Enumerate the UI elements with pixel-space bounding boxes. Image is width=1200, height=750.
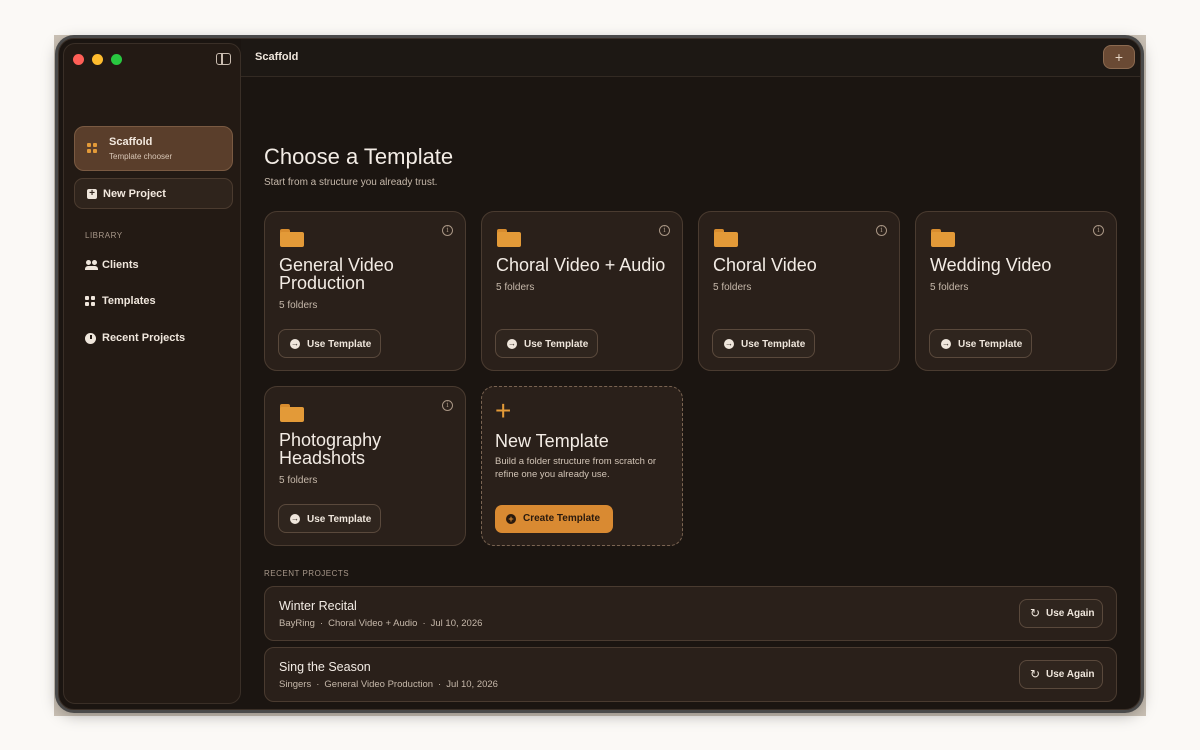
- template-card: i General Video Production 5 folders → U…: [264, 211, 466, 371]
- folder-icon: [931, 229, 955, 247]
- sidebar-item-title: Scaffold: [109, 136, 153, 148]
- app-window: Scaffold Template chooser + New Project …: [58, 38, 1141, 710]
- template-name: Wedding Video: [930, 255, 1052, 275]
- template-name: General Video Production: [279, 255, 394, 293]
- info-icon[interactable]: i: [1093, 225, 1104, 236]
- template-card: i Wedding Video 5 folders → Use Template: [915, 211, 1117, 371]
- template-card: i Choral Video 5 folders → Use Template: [698, 211, 900, 371]
- use-template-label: Use Template: [307, 339, 372, 350]
- zoom-window-button[interactable]: [111, 54, 122, 65]
- grid-icon: [87, 143, 97, 153]
- use-again-label: Use Again: [1046, 669, 1095, 680]
- library-section-label: LIBRARY: [85, 231, 123, 240]
- app-title: Scaffold: [255, 51, 299, 63]
- sidebar-item-subtitle: Template chooser: [109, 152, 173, 161]
- new-project-label: New Project: [103, 188, 166, 200]
- clock-icon: [85, 333, 96, 344]
- sidebar-item-label: Clients: [102, 259, 139, 271]
- recent-project-row: Winter Recital BayRing · Choral Video + Au…: [264, 586, 1117, 641]
- create-template-button[interactable]: + Create Template: [495, 505, 613, 533]
- plus-circle-icon: +: [506, 514, 516, 524]
- refresh-icon: ↻: [1030, 667, 1041, 681]
- new-template-description: Build a folder structure from scratch or…: [495, 456, 657, 480]
- use-template-label: Use Template: [741, 339, 806, 350]
- folder-icon: [714, 229, 738, 247]
- people-icon: [85, 260, 99, 271]
- use-again-label: Use Again: [1046, 608, 1095, 619]
- project-name: Winter Recital: [279, 599, 357, 613]
- arrow-right-icon: →: [290, 339, 300, 349]
- template-folder-count: 5 folders: [279, 475, 318, 486]
- template-name: Photography Headshots: [279, 430, 382, 468]
- use-template-button[interactable]: → Use Template: [712, 329, 815, 358]
- arrow-right-icon: →: [507, 339, 517, 349]
- use-template-button[interactable]: → Use Template: [278, 504, 381, 533]
- page-title: Choose a Template: [264, 144, 454, 169]
- template-card: i Photography Headshots 5 folders → Use …: [264, 386, 466, 546]
- close-window-button[interactable]: [73, 54, 84, 65]
- sidebar-item-label: Recent Projects: [102, 332, 186, 344]
- plus-square-icon: +: [87, 189, 97, 199]
- folder-icon: [497, 229, 521, 247]
- top-bar: Scaffold +: [241, 39, 1140, 77]
- template-name: Choral Video + Audio: [496, 255, 666, 275]
- project-name: Sing the Season: [279, 660, 371, 674]
- info-icon[interactable]: i: [876, 225, 887, 236]
- arrow-right-icon: →: [290, 514, 300, 524]
- grid-icon: [85, 296, 95, 306]
- project-client: BayRing: [279, 618, 315, 629]
- create-template-label: Create Template: [523, 513, 601, 524]
- info-icon[interactable]: i: [659, 225, 670, 236]
- template-name: Choral Video: [713, 255, 817, 275]
- window-controls: [73, 54, 122, 65]
- sidebar-item-scaffold[interactable]: Scaffold Template chooser: [74, 126, 233, 171]
- new-template-title: New Template: [495, 431, 609, 451]
- refresh-icon: ↻: [1030, 606, 1041, 620]
- use-template-label: Use Template: [958, 339, 1023, 350]
- recent-project-row: Sing the Season Singers · General Video Pr…: [264, 647, 1117, 702]
- add-button[interactable]: +: [1103, 45, 1135, 69]
- page-subtitle: Start from a structure you already trust…: [264, 177, 438, 188]
- use-template-button[interactable]: → Use Template: [495, 329, 598, 358]
- folder-icon: [280, 229, 304, 247]
- new-template-card: + New Template Build a folder structure …: [481, 386, 683, 546]
- template-card: i Choral Video + Audio 5 folders → Use T…: [481, 211, 683, 371]
- sidebar-toggle-icon[interactable]: [216, 53, 231, 65]
- use-template-button[interactable]: → Use Template: [929, 329, 1032, 358]
- sidebar: Scaffold Template chooser + New Project …: [63, 43, 241, 704]
- new-project-button[interactable]: + New Project: [74, 178, 233, 209]
- template-folder-count: 5 folders: [930, 282, 969, 293]
- minimize-window-button[interactable]: [92, 54, 103, 65]
- project-date: Jul 10, 2026: [446, 679, 498, 690]
- recent-projects-label: RECENT PROJECTS: [264, 569, 350, 578]
- project-client: Singers: [279, 679, 312, 690]
- info-icon[interactable]: i: [442, 225, 453, 236]
- template-folder-count: 5 folders: [279, 300, 318, 311]
- project-meta: BayRing · Choral Video + Audio · Jul 10, 202…: [279, 618, 483, 629]
- use-template-button[interactable]: → Use Template: [278, 329, 381, 358]
- sidebar-item-label: Templates: [102, 295, 156, 307]
- project-template: General Video Production: [324, 679, 434, 690]
- project-date: Jul 10, 2026: [430, 618, 483, 629]
- template-folder-count: 5 folders: [713, 282, 752, 293]
- use-again-button[interactable]: ↻ Use Again: [1019, 599, 1103, 628]
- use-again-button[interactable]: ↻ Use Again: [1019, 660, 1103, 689]
- arrow-right-icon: →: [941, 339, 951, 349]
- plus-icon: +: [495, 395, 512, 426]
- project-template: Choral Video + Audio: [328, 618, 418, 629]
- folder-icon: [280, 404, 304, 422]
- project-meta: Singers · General Video Production · Jul 10,…: [279, 679, 498, 690]
- use-template-label: Use Template: [524, 339, 589, 350]
- info-icon[interactable]: i: [442, 400, 453, 411]
- use-template-label: Use Template: [307, 514, 372, 525]
- arrow-right-icon: →: [724, 339, 734, 349]
- template-folder-count: 5 folders: [496, 282, 535, 293]
